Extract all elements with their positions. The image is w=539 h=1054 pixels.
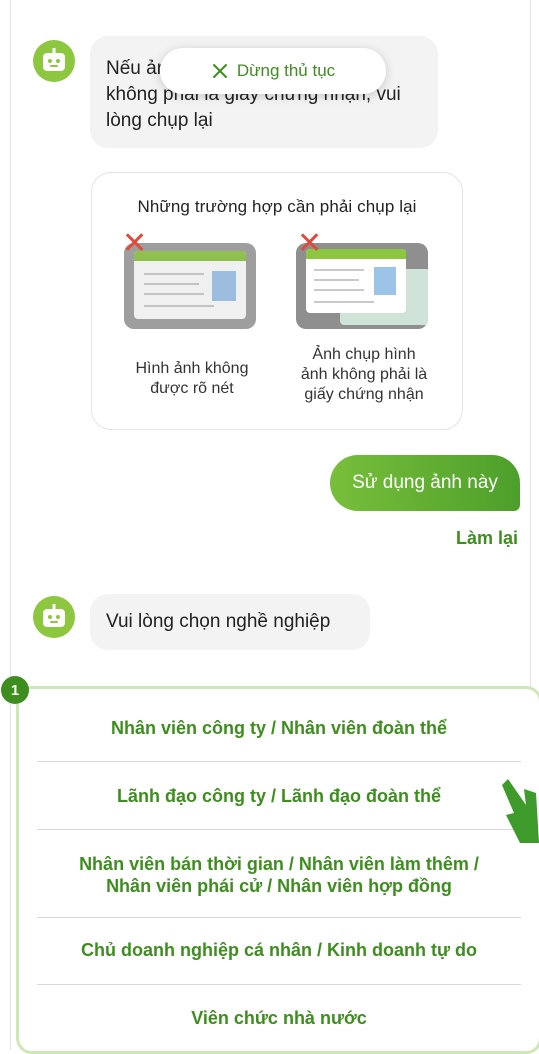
- user-reply-text: Sử dụng ảnh này: [352, 472, 498, 493]
- robot-icon: [43, 48, 65, 71]
- robot-icon: [43, 604, 65, 627]
- divider: [37, 761, 521, 762]
- bot-message-occupation: Vui lòng chọn nghề nghiệp: [90, 594, 370, 650]
- wrong-document-caption: Ảnh chụp hình ảnh không phải là giấy chứ…: [300, 346, 428, 403]
- bot-avatar: [33, 40, 75, 82]
- occupation-options: Nhân viên công ty / Nhân viên đoàn thể L…: [16, 686, 539, 1054]
- pointer-hand-icon: [502, 779, 539, 843]
- stop-procedure-button[interactable]: Dừng thủ tục: [160, 48, 386, 94]
- cross-icon: ✕: [297, 227, 323, 260]
- retake-guide-title: Những trường hợp cần phải chụp lại: [137, 197, 417, 216]
- user-reply-bubble: Sử dụng ảnh này: [330, 455, 520, 511]
- retry-link[interactable]: Làm lại: [456, 528, 518, 549]
- divider: [37, 829, 521, 830]
- option-self-employed[interactable]: Chủ doanh nghiệp cá nhân / Kinh doanh tự…: [37, 939, 521, 961]
- cross-icon: ✕: [122, 227, 148, 260]
- option-company-executive[interactable]: Lãnh đạo công ty / Lãnh đạo đoàn thể: [37, 785, 521, 807]
- close-icon: [212, 64, 227, 78]
- retake-guide-card: Những trường hợp cần phải chụp lại ✕ Hìn…: [91, 172, 463, 430]
- option-part-time[interactable]: Nhân viên bán thời gian / Nhân viên làm …: [37, 853, 521, 897]
- blurry-image-caption: Hình ảnh không được rõ nét: [135, 360, 249, 397]
- step-badge: 1: [1, 676, 29, 704]
- divider: [37, 917, 521, 918]
- option-company-employee[interactable]: Nhân viên công ty / Nhân viên đoàn thể: [37, 717, 521, 739]
- option-civil-servant[interactable]: Viên chức nhà nước: [37, 1007, 521, 1029]
- stop-procedure-label: Dừng thủ tục: [236, 61, 336, 80]
- bot-avatar: [33, 596, 75, 638]
- bot-message-text: Vui lòng chọn nghề nghiệp: [106, 611, 331, 632]
- divider: [37, 984, 521, 985]
